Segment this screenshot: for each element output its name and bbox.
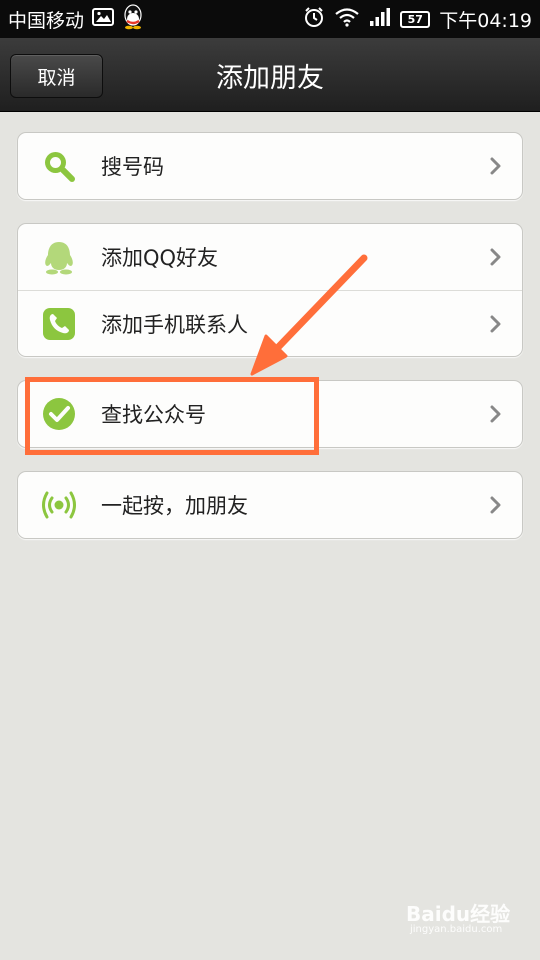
screen: 中国移动 57 下午04:19 添加朋友 取消 搜号码 添加QQ好友 添加手机联… <box>0 0 540 960</box>
annotation-arrow <box>250 254 368 376</box>
watermark-brand: Baidu经验 <box>406 902 511 926</box>
watermark-url: jingyan.baidu.com <box>410 924 503 935</box>
baidu-watermark: Baidu经验 jingyan.baidu.com <box>406 898 526 946</box>
